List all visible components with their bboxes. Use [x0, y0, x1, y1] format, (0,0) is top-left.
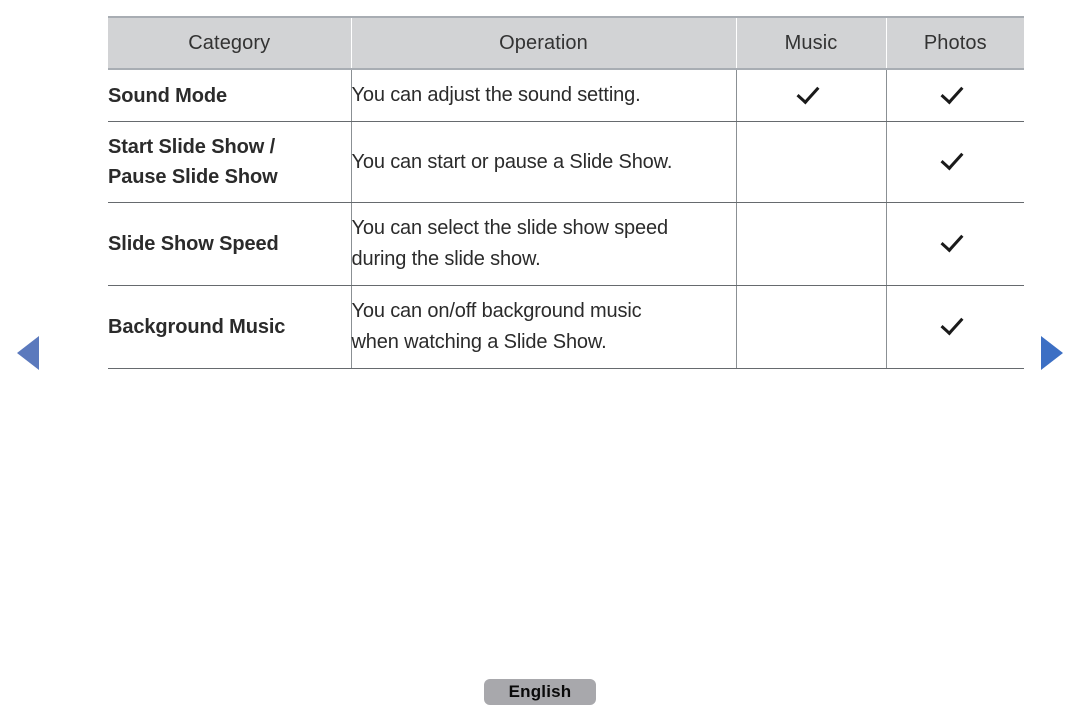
category-line: Background Music: [108, 316, 286, 338]
operation-line: during the slide show.: [351, 248, 541, 270]
column-header-operation: Operation: [350, 16, 736, 70]
previous-page-arrow-icon[interactable]: [17, 336, 39, 370]
check-icon: [798, 82, 824, 104]
operation-line: You can start or pause a Slide Show.: [351, 150, 673, 173]
category-line: Sound Mode: [108, 84, 227, 107]
operation-line: You can adjust the sound setting.: [351, 84, 641, 106]
cell-category: Background Music: [108, 285, 351, 369]
cell-category: Sound Mode: [108, 69, 351, 122]
cell-photos: [885, 202, 1024, 286]
cell-operation: You can select the slide show speed duri…: [350, 202, 736, 286]
language-button[interactable]: English: [484, 679, 596, 705]
check-icon: [942, 148, 968, 170]
cell-category: Slide Show Speed: [108, 202, 351, 286]
cell-music: [735, 121, 886, 203]
cell-operation: You can start or pause a Slide Show.: [350, 121, 736, 203]
operation-line: You can on/off background music: [351, 300, 642, 322]
cell-photos: [885, 69, 1024, 122]
column-header-photos: Photos: [885, 16, 1024, 70]
cell-music: [735, 285, 886, 369]
check-icon: [942, 313, 968, 335]
table-header-row: Category Operation Music Photos: [108, 16, 1024, 70]
table-row: Start Slide Show / Pause Slide Show You …: [108, 121, 1024, 203]
table-header: Category Operation Music Photos: [108, 16, 1024, 70]
cell-photos: [885, 285, 1024, 369]
table-body: Sound Mode You can adjust the sound sett…: [108, 69, 1024, 369]
next-page-arrow-icon[interactable]: [1041, 336, 1063, 370]
cell-operation: You can on/off background music when wat…: [350, 285, 736, 369]
check-icon: [942, 82, 968, 104]
cell-category: Start Slide Show / Pause Slide Show: [108, 121, 351, 203]
cell-operation: You can adjust the sound setting.: [350, 69, 736, 122]
category-line: Pause Slide Show: [108, 166, 278, 188]
category-line: Start Slide Show /: [108, 136, 276, 158]
operation-line: You can select the slide show speed: [351, 217, 669, 239]
feature-table: Category Operation Music Photos Sound Mo…: [108, 16, 1024, 369]
category-line: Slide Show Speed: [108, 233, 279, 255]
table-row: Slide Show Speed You can select the slid…: [108, 202, 1024, 286]
table-row: Sound Mode You can adjust the sound sett…: [108, 69, 1024, 122]
column-header-category: Category: [108, 16, 351, 70]
table-row: Background Music You can on/off backgrou…: [108, 285, 1024, 369]
cell-music: [735, 202, 886, 286]
check-icon-absent: [798, 230, 824, 252]
cell-music: [735, 69, 886, 122]
cell-photos: [885, 121, 1024, 203]
check-icon-absent: [798, 148, 824, 170]
feature-table-container: Category Operation Music Photos Sound Mo…: [108, 16, 1024, 369]
check-icon-absent: [798, 313, 824, 335]
column-header-music: Music: [735, 16, 886, 70]
check-icon: [942, 230, 968, 252]
operation-line: when watching a Slide Show.: [351, 331, 607, 353]
